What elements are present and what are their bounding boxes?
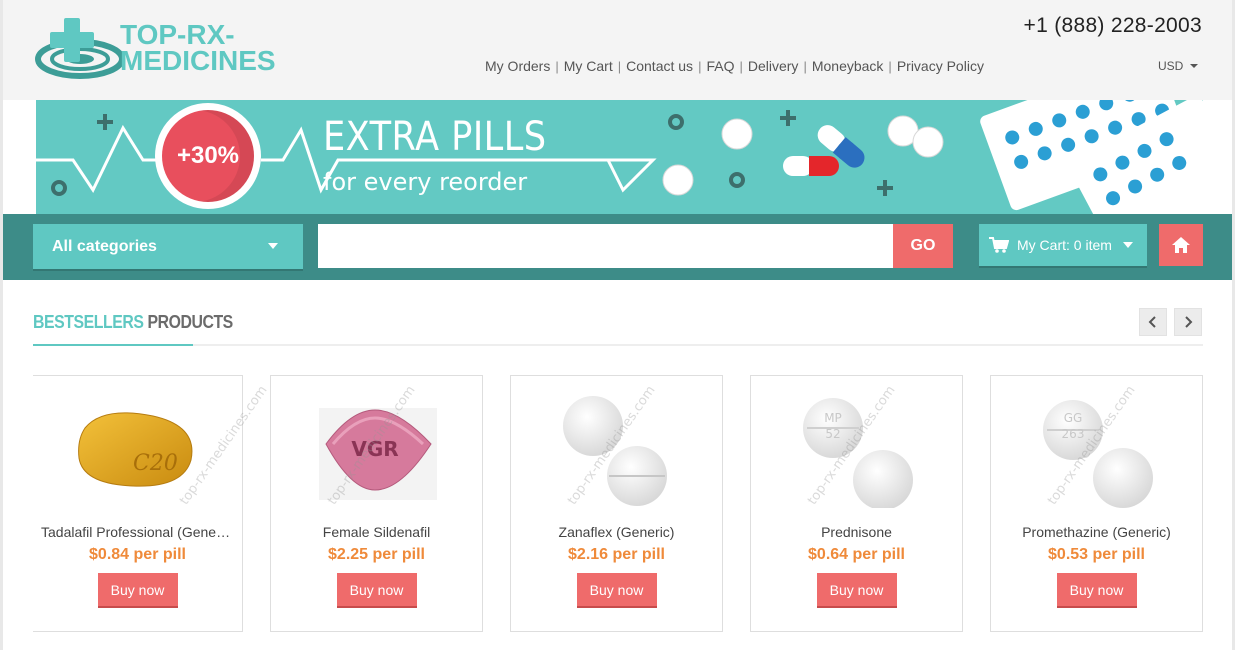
nav-contact-us[interactable]: Contact us bbox=[621, 58, 698, 74]
product-image[interactable]: VGR top-rx-medicines.com bbox=[271, 383, 482, 508]
nav-my-cart[interactable]: My Cart bbox=[559, 58, 618, 74]
cart-icon bbox=[989, 237, 1009, 253]
product-price: $2.25 per pill bbox=[328, 546, 425, 563]
section-title: BESTSELLERS PRODUCTS bbox=[33, 312, 233, 333]
product-image[interactable]: C20 top-rx-medicines.com bbox=[33, 383, 271, 508]
promo-badge-text: +30% bbox=[162, 110, 254, 202]
category-dropdown[interactable]: All categories bbox=[33, 224, 303, 269]
top-navigation: My Orders | My Cart | Contact us | FAQ |… bbox=[480, 58, 989, 74]
phone-number[interactable]: +1 (888) 228-2003 bbox=[1024, 14, 1202, 38]
product-name[interactable]: Promethazine (Generic) bbox=[999, 524, 1194, 540]
banner-subtitle: for every reorder bbox=[323, 168, 528, 196]
buy-now-button[interactable]: Buy now bbox=[576, 573, 657, 606]
product-price: $0.64 per pill bbox=[808, 546, 905, 563]
chevron-right-icon bbox=[1185, 316, 1193, 328]
nav-my-orders[interactable]: My Orders bbox=[480, 58, 555, 74]
section-underline bbox=[33, 344, 193, 346]
currency-label: USD bbox=[1158, 59, 1184, 73]
product-card[interactable]: GG 263 top-rx-medicines.com Promethazine … bbox=[990, 375, 1203, 632]
chevron-down-icon bbox=[1190, 64, 1199, 68]
cart-label: My Cart: 0 item bbox=[1017, 237, 1112, 253]
site-logo[interactable]: TOP-RX- MEDICINES bbox=[35, 14, 305, 84]
search-toolbar: All categories GO My Cart: 0 item bbox=[3, 214, 1232, 280]
carousel-prev-button[interactable] bbox=[1139, 308, 1167, 336]
currency-selector[interactable]: USD bbox=[1158, 59, 1199, 73]
product-card[interactable]: VGR top-rx-medicines.com Female Sildenaf… bbox=[270, 375, 483, 632]
bestsellers-section-header: BESTSELLERS PRODUCTS bbox=[33, 308, 1203, 346]
product-image[interactable]: GG 263 top-rx-medicines.com bbox=[991, 383, 1202, 508]
buy-now-button[interactable]: Buy now bbox=[97, 573, 178, 606]
product-carousel: C20 top-rx-medicines.com Tadalafil Profe… bbox=[33, 375, 1203, 632]
cart-dropdown-button[interactable]: My Cart: 0 item bbox=[979, 224, 1147, 266]
buy-now-button[interactable]: Buy now bbox=[816, 573, 897, 606]
category-dropdown-label: All categories bbox=[52, 237, 157, 255]
buy-now-button[interactable]: Buy now bbox=[336, 573, 417, 606]
search-input[interactable] bbox=[318, 224, 894, 268]
promo-banner[interactable]: +30% EXTRA PILLS for every reorder bbox=[33, 100, 1203, 214]
product-image[interactable]: top-rx-medicines.com bbox=[511, 383, 722, 508]
product-price: $0.84 per pill bbox=[89, 546, 186, 563]
nav-privacy-policy[interactable]: Privacy Policy bbox=[892, 58, 989, 74]
chevron-down-icon bbox=[268, 243, 278, 249]
nav-delivery[interactable]: Delivery bbox=[743, 58, 804, 74]
site-header: TOP-RX- MEDICINES +1 (888) 228-2003 My O… bbox=[3, 0, 1232, 100]
product-card[interactable]: MP 52 top-rx-medicines.com Prednisone $0.… bbox=[750, 375, 963, 632]
product-name[interactable]: Tadalafil Professional (Generic) bbox=[41, 524, 234, 540]
nav-faq[interactable]: FAQ bbox=[701, 58, 739, 74]
product-name[interactable]: Zanaflex (Generic) bbox=[519, 524, 714, 540]
search-go-button[interactable]: GO bbox=[893, 224, 953, 268]
banner-title: EXTRA PILLS bbox=[323, 114, 547, 160]
home-button[interactable] bbox=[1159, 224, 1203, 266]
section-title-rest: PRODUCTS bbox=[147, 312, 233, 332]
product-image[interactable]: MP 52 top-rx-medicines.com bbox=[751, 383, 962, 510]
banner-edge bbox=[33, 100, 36, 214]
pill-imprint: C20 bbox=[133, 451, 178, 476]
logo-line-2: MEDICINES bbox=[120, 45, 276, 76]
home-icon bbox=[1172, 237, 1190, 253]
chevron-left-icon bbox=[1148, 316, 1156, 328]
product-price: $2.16 per pill bbox=[568, 546, 665, 563]
logo-cross-icon bbox=[35, 18, 125, 79]
product-card[interactable]: C20 top-rx-medicines.com Tadalafil Profe… bbox=[33, 375, 271, 632]
promo-badge: +30% bbox=[155, 103, 261, 209]
product-card[interactable]: top-rx-medicines.com Zanaflex (Generic) … bbox=[510, 375, 723, 632]
section-title-highlight: BESTSELLERS bbox=[33, 312, 144, 332]
product-name[interactable]: Female Sildenafil bbox=[279, 524, 474, 540]
logo-text: TOP-RX- MEDICINES bbox=[120, 21, 276, 76]
carousel-next-button[interactable] bbox=[1174, 308, 1202, 336]
product-price: $0.53 per pill bbox=[1048, 546, 1145, 563]
product-name[interactable]: Prednisone bbox=[759, 524, 954, 540]
buy-now-button[interactable]: Buy now bbox=[1056, 573, 1137, 606]
chevron-down-icon bbox=[1123, 242, 1133, 248]
nav-moneyback[interactable]: Moneyback bbox=[807, 58, 889, 74]
